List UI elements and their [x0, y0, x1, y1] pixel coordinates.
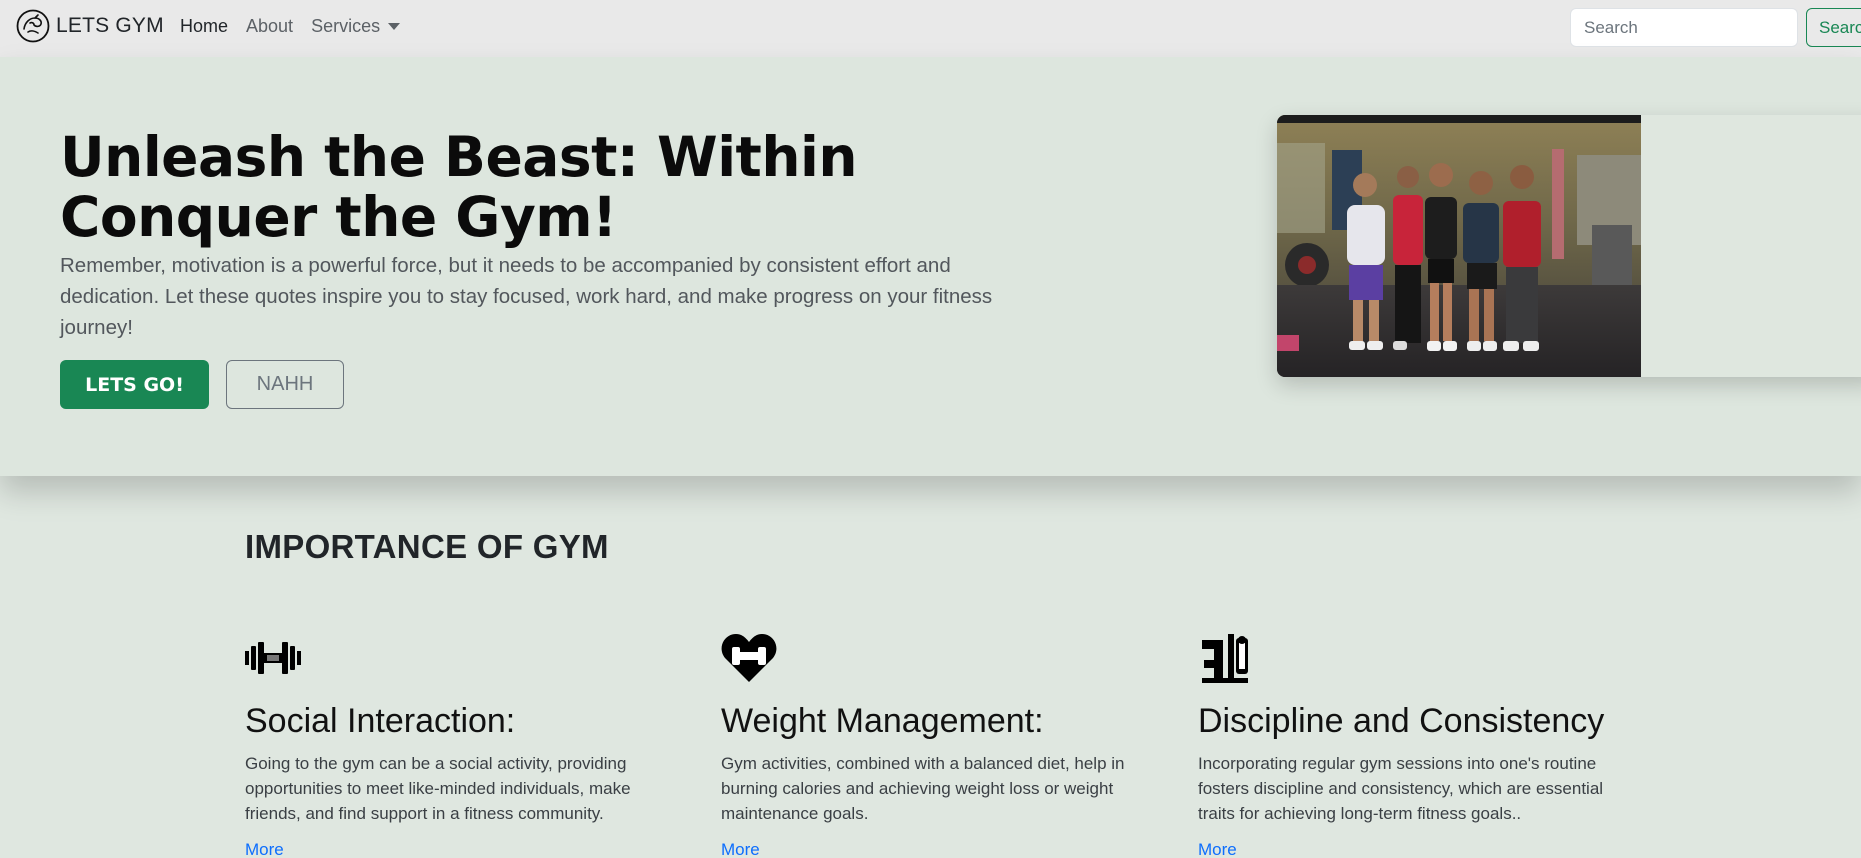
feature-text: Gym activities, combined with a balanced…	[721, 754, 1125, 823]
hero-title-line-1: Unleash the Beast: Within	[60, 125, 858, 189]
feature-social-interaction: Social Interaction: Going to the gym can…	[245, 632, 685, 858]
feature-discipline-consistency: Discipline and Consistency Incorporating…	[1198, 632, 1638, 858]
feature-text: Going to the gym can be a social activit…	[245, 754, 631, 823]
hero-title: Unleash the Beast: Within Conquer the Gy…	[60, 127, 960, 247]
feature-title: Weight Management:	[721, 702, 1044, 740]
caret-down-icon	[388, 23, 401, 30]
nav-link-about[interactable]: About	[246, 16, 293, 37]
more-link[interactable]: More	[1198, 840, 1237, 858]
feature-title: Social Interaction:	[245, 702, 516, 740]
more-link[interactable]: More	[721, 840, 760, 858]
feature-title: Discipline and Consistency	[1198, 702, 1605, 740]
search-input[interactable]	[1570, 8, 1798, 47]
brand[interactable]: LETS GYM	[16, 9, 164, 43]
nav-links: Home About Services	[180, 16, 418, 37]
lets-go-button[interactable]: LETS GO!	[60, 360, 209, 409]
gym-logo-icon	[16, 9, 50, 43]
hero-description: Remember, motivation is a powerful force…	[60, 254, 993, 339]
section-title: IMPORTANCE OF GYM	[245, 528, 609, 565]
brand-name: LETS GYM	[56, 14, 164, 37]
nahh-button[interactable]: NAHH	[226, 360, 344, 409]
hero-image-card	[1277, 115, 1861, 377]
feature-text: Incorporating regular gym sessions into …	[1198, 754, 1604, 823]
heart-dumbbell-icon	[721, 634, 777, 682]
navbar: LETS GYM Home About Services Search	[0, 0, 1861, 57]
more-link[interactable]: More	[245, 840, 284, 858]
gym-machine-icon	[1202, 634, 1248, 683]
hero-title-line-2: Conquer the Gym!	[60, 185, 617, 249]
feature-weight-management: Weight Management: Gym activities, combi…	[721, 632, 1161, 858]
hero-section: Unleash the Beast: Within Conquer the Gy…	[0, 57, 1861, 476]
nav-dropdown-services[interactable]: Services	[311, 16, 401, 37]
nav-link-home[interactable]: Home	[180, 16, 228, 37]
nav-dropdown-services-label: Services	[311, 16, 381, 36]
dumbbell-icon	[245, 642, 301, 674]
gym-group-photo	[1277, 115, 1641, 377]
search-button[interactable]: Search	[1806, 8, 1861, 47]
